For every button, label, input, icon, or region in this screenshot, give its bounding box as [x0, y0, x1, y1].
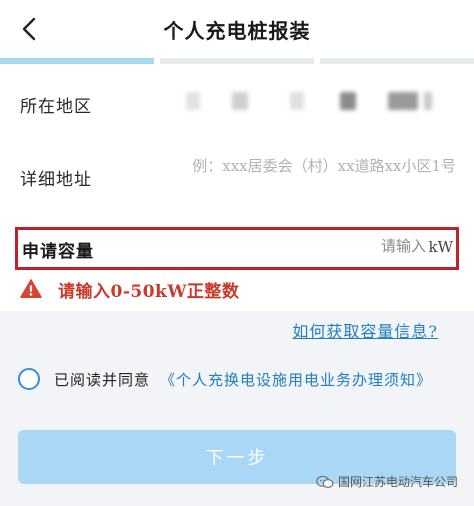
- agreement-text: 已阅读并同意: [54, 370, 151, 389]
- address-label: 详细地址: [20, 170, 92, 190]
- capacity-label: 申请容量: [22, 242, 94, 262]
- capacity-error: 请输入0-50kW正整数: [20, 274, 239, 304]
- wechat-icon: [316, 475, 334, 488]
- region-value-redacted: [186, 92, 446, 112]
- agreement-row: 已阅读并同意 《个人充换电设施用电业务办理须知》: [18, 368, 432, 390]
- capacity-field-highlight: 申请容量 kW: [15, 227, 459, 270]
- app-header: 个人充电桩报装: [0, 0, 474, 58]
- agreement-link[interactable]: 《个人充换电设施用电业务办理须知》: [160, 369, 432, 390]
- watermark-text: 国网江苏电动汽车公司: [337, 475, 458, 489]
- agreement-radio[interactable]: [18, 368, 40, 390]
- region-label: 所在地区: [20, 97, 92, 117]
- warning-icon: [20, 279, 42, 298]
- watermark: 国网江苏电动汽车公司: [316, 473, 458, 490]
- capacity-input[interactable]: [226, 237, 426, 255]
- address-placeholder[interactable]: 例：xxx居委会（村）xx道路xx小区1号: [192, 155, 456, 176]
- region-row[interactable]: 所在地区: [0, 64, 474, 144]
- capacity-help-link[interactable]: 如何获取容量信息?: [292, 318, 438, 342]
- capacity-unit: kW: [428, 238, 453, 256]
- page-title: 个人充电桩报装: [163, 19, 311, 43]
- application-form: 所在地区 详细地址 例：xxx居委会（村）xx道路xx小区1号 申请容量 kW …: [0, 64, 474, 311]
- error-message: 请输入0-50kW正整数: [58, 281, 240, 302]
- address-row[interactable]: 详细地址 例：xxx居委会（村）xx道路xx小区1号: [0, 144, 474, 224]
